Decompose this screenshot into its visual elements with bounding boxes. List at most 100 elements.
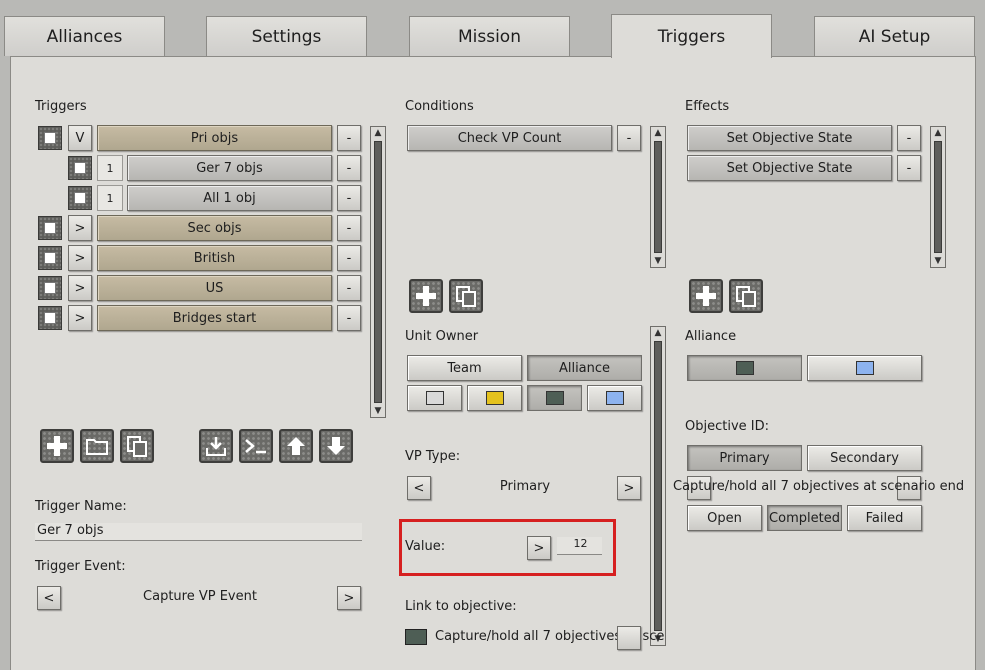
trigger-remove-button[interactable]: - <box>337 305 361 331</box>
trigger-item-sec-objs[interactable]: Sec objs <box>97 215 332 241</box>
add-effect-button[interactable] <box>689 279 723 313</box>
import-trigger-button[interactable] <box>199 429 233 463</box>
trigger-remove-button[interactable]: - <box>337 245 361 271</box>
condition-item-check-vp-count[interactable]: Check VP Count <box>407 125 612 151</box>
trigger-expand-button[interactable]: > <box>68 275 92 301</box>
color-swatch <box>605 391 624 405</box>
move-down-button[interactable] <box>319 429 353 463</box>
state-failed-button[interactable]: Failed <box>847 505 922 531</box>
effects-scrollbar[interactable]: ▲ ▼ <box>930 126 946 268</box>
owner-team-tab[interactable]: Team <box>407 355 522 381</box>
color-swatch <box>855 361 874 375</box>
value-label: Value: <box>405 539 446 554</box>
owner-color-yellow[interactable] <box>467 385 522 411</box>
trigger-enable-checkbox[interactable] <box>38 246 62 270</box>
trigger-expand-button[interactable]: V <box>68 125 92 151</box>
copy-effect-button[interactable] <box>729 279 763 313</box>
vp-type-value: Primary <box>499 479 551 494</box>
vp-type-label: VP Type: <box>405 449 461 464</box>
copy-trigger-button[interactable] <box>120 429 154 463</box>
copy-icon <box>456 286 476 307</box>
trigger-event-label: Trigger Event: <box>35 559 126 574</box>
condition-settings-scrollbar[interactable]: ▲ ▼ <box>650 326 666 646</box>
value-input[interactable]: 12 <box>557 537 602 555</box>
scroll-up-icon[interactable]: ▲ <box>652 127 664 139</box>
tab-triggers[interactable]: Triggers <box>611 14 772 58</box>
objective-primary-tab[interactable]: Primary <box>687 445 802 471</box>
trigger-item-pri-objs[interactable]: Pri objs <box>97 125 332 151</box>
effect-remove-button[interactable]: - <box>897 155 921 181</box>
alliance-color-blue[interactable] <box>807 355 922 381</box>
trigger-event-next-button[interactable]: > <box>337 586 361 610</box>
state-completed-button[interactable]: Completed <box>767 505 842 531</box>
objective-text: Capture/hold all 7 objectives at scenari… <box>673 479 965 494</box>
move-up-button[interactable] <box>279 429 313 463</box>
trigger-enable-checkbox[interactable] <box>38 216 62 240</box>
effect-item-set-objective-state[interactable]: Set Objective State <box>687 155 892 181</box>
objective-id-label: Objective ID: <box>685 419 769 434</box>
tab-settings[interactable]: Settings <box>206 16 367 56</box>
triggers-scrollbar[interactable]: ▲ ▼ <box>370 126 386 418</box>
scroll-thumb[interactable] <box>654 141 662 253</box>
tab-ai-setup[interactable]: AI Setup <box>814 16 975 56</box>
trigger-expand-button[interactable]: > <box>68 305 92 331</box>
arrow-down-icon <box>327 437 345 455</box>
link-objective-label: Link to objective: <box>405 599 517 614</box>
trigger-item-ger-7-objs[interactable]: Ger 7 objs <box>127 155 332 181</box>
trigger-enable-checkbox[interactable] <box>38 126 62 150</box>
scroll-thumb[interactable] <box>374 141 382 403</box>
trigger-enable-checkbox[interactable] <box>38 276 62 300</box>
trigger-remove-button[interactable]: - <box>337 125 361 151</box>
add-folder-button[interactable] <box>80 429 114 463</box>
owner-color-green[interactable] <box>527 385 582 411</box>
trigger-expand-button[interactable]: > <box>68 215 92 241</box>
trigger-item-us[interactable]: US <box>97 275 332 301</box>
tab-alliances[interactable]: Alliances <box>4 16 165 56</box>
terminal-icon <box>245 439 266 454</box>
effect-remove-button[interactable]: - <box>897 125 921 151</box>
owner-color-blue[interactable] <box>587 385 642 411</box>
copy-condition-button[interactable] <box>449 279 483 313</box>
vp-type-prev-button[interactable]: < <box>407 476 431 500</box>
trigger-count: 1 <box>97 185 123 211</box>
trigger-name-label: Trigger Name: <box>35 499 127 514</box>
scroll-thumb[interactable] <box>934 141 942 253</box>
alliance-color-green[interactable] <box>687 355 802 381</box>
trigger-enable-checkbox[interactable] <box>68 186 92 210</box>
owner-alliance-tab[interactable]: Alliance <box>527 355 642 381</box>
add-trigger-button[interactable] <box>40 429 74 463</box>
owner-color-white[interactable] <box>407 385 462 411</box>
effect-item-set-objective-state[interactable]: Set Objective State <box>687 125 892 151</box>
trigger-event-prev-button[interactable]: < <box>37 586 61 610</box>
trigger-remove-button[interactable]: - <box>337 275 361 301</box>
trigger-name-input[interactable]: Ger 7 objs <box>35 523 362 541</box>
objective-secondary-tab[interactable]: Secondary <box>807 445 922 471</box>
trigger-item-all-1-obj[interactable]: All 1 obj <box>127 185 332 211</box>
add-condition-button[interactable] <box>409 279 443 313</box>
value-increase-button[interactable]: > <box>527 536 551 560</box>
trigger-remove-button[interactable]: - <box>337 185 361 211</box>
trigger-enable-checkbox[interactable] <box>38 306 62 330</box>
scroll-down-icon[interactable]: ▼ <box>652 255 664 267</box>
copy-icon <box>127 436 147 457</box>
scroll-up-icon[interactable]: ▲ <box>932 127 944 139</box>
link-objective-button[interactable] <box>617 626 641 650</box>
vp-type-next-button[interactable]: > <box>617 476 641 500</box>
trigger-expand-button[interactable]: > <box>68 245 92 271</box>
trigger-item-british[interactable]: British <box>97 245 332 271</box>
scroll-thumb[interactable] <box>654 341 662 631</box>
script-trigger-button[interactable] <box>239 429 273 463</box>
scroll-up-icon[interactable]: ▲ <box>372 127 384 139</box>
alliance-label: Alliance <box>685 329 737 344</box>
scroll-down-icon[interactable]: ▼ <box>932 255 944 267</box>
scroll-down-icon[interactable]: ▼ <box>372 405 384 417</box>
state-open-button[interactable]: Open <box>687 505 762 531</box>
tab-mission[interactable]: Mission <box>409 16 570 56</box>
scroll-up-icon[interactable]: ▲ <box>652 327 664 339</box>
trigger-remove-button[interactable]: - <box>337 155 361 181</box>
conditions-scrollbar[interactable]: ▲ ▼ <box>650 126 666 268</box>
condition-remove-button[interactable]: - <box>617 125 641 151</box>
trigger-remove-button[interactable]: - <box>337 215 361 241</box>
trigger-enable-checkbox[interactable] <box>68 156 92 180</box>
trigger-item-bridges-start[interactable]: Bridges start <box>97 305 332 331</box>
